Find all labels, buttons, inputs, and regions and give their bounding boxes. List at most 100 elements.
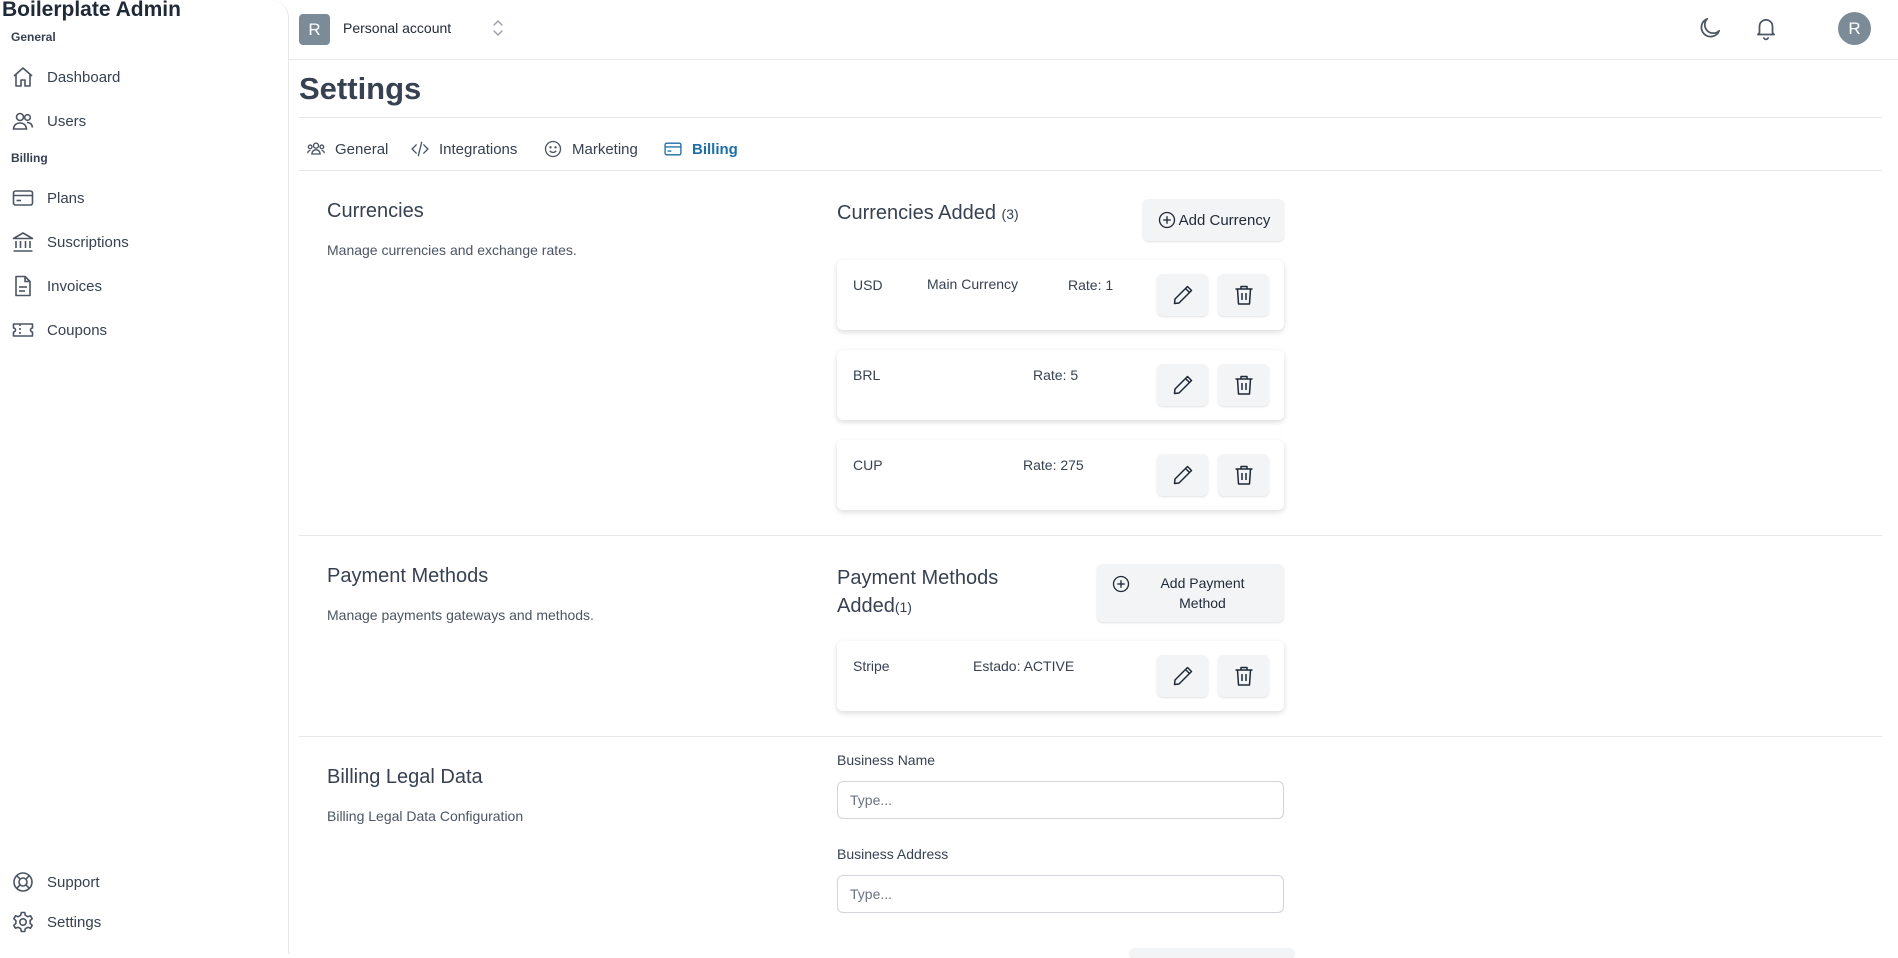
edit-currency-button[interactable]	[1157, 274, 1208, 316]
sidebar-item-label: Suscriptions	[47, 233, 129, 251]
pencil-icon	[1171, 283, 1195, 307]
section-divider	[299, 535, 1882, 536]
billing-legal-description: Billing Legal Data Configuration	[327, 808, 524, 824]
payment-methods-added-line1: Payment Methods	[837, 567, 999, 589]
payment-methods-description: Manage payments gateways and methods.	[327, 607, 594, 623]
bell-icon[interactable]	[1753, 15, 1779, 41]
user-avatar[interactable]: R	[1838, 12, 1871, 45]
tab-general[interactable]: General	[306, 134, 388, 164]
payment-method-status: Estado: ACTIVE	[973, 658, 1075, 674]
business-name-input[interactable]	[837, 781, 1284, 819]
pencil-icon	[1171, 664, 1195, 688]
currency-code: USD	[853, 277, 883, 293]
sidebar-item-label: Users	[47, 112, 87, 130]
sidebar-item-invoices[interactable]: Invoices	[11, 271, 271, 301]
currency-rate: Rate: 1	[1068, 277, 1114, 293]
settings-tabs: General Integrations Marketing Billing	[299, 130, 1882, 171]
sidebar-item-suscriptions[interactable]: Suscriptions	[11, 227, 271, 257]
currencies-added-title: Currencies Added (3)	[837, 199, 1019, 228]
sidebar-section-general: General	[11, 30, 56, 44]
tab-label: Integrations	[439, 140, 518, 158]
currencies-description: Manage currencies and exchange rates.	[327, 242, 577, 258]
currency-rate: Rate: 5	[1033, 367, 1079, 383]
trash-icon	[1232, 373, 1256, 397]
gear-icon	[11, 910, 35, 934]
chevron-up-down-icon[interactable]	[489, 16, 507, 40]
business-address-input[interactable]	[837, 875, 1284, 913]
sidebar-item-label: Settings	[47, 913, 102, 931]
moon-icon[interactable]	[1697, 15, 1723, 41]
sidebar-section-billing: Billing	[11, 151, 48, 165]
currency-code: BRL	[853, 367, 881, 383]
sidebar-item-dashboard[interactable]: Dashboard	[11, 62, 271, 92]
add-payment-method-button[interactable]: Add Payment Method	[1097, 564, 1284, 622]
credit-card-icon	[11, 186, 35, 210]
payment-method-card: Stripe Estado: ACTIVE	[837, 641, 1284, 711]
ticket-icon	[11, 318, 35, 342]
bank-icon	[11, 230, 35, 254]
edit-currency-button[interactable]	[1157, 454, 1208, 496]
code-icon	[410, 139, 430, 159]
payment-methods-added-line2: Added	[837, 595, 895, 617]
trash-icon	[1232, 664, 1256, 688]
trash-icon	[1232, 463, 1256, 487]
sidebar-item-support[interactable]: Support	[11, 867, 271, 897]
tab-marketing[interactable]: Marketing	[543, 134, 638, 164]
sidebar-item-coupons[interactable]: Coupons	[11, 315, 271, 345]
currencies-added-label: Currencies Added	[837, 202, 996, 224]
top-header: R Personal account R	[289, 0, 1898, 60]
document-icon	[11, 274, 35, 298]
smiley-icon	[543, 139, 563, 159]
sidebar-item-label: Plans	[47, 189, 85, 207]
edit-payment-method-button[interactable]	[1157, 655, 1208, 697]
currency-card: BRL Rate: 5	[837, 350, 1284, 420]
sidebar-item-label: Coupons	[47, 321, 108, 339]
tab-label: Marketing	[572, 140, 638, 158]
delete-currency-button[interactable]	[1218, 454, 1269, 496]
sidebar-item-label: Dashboard	[47, 68, 121, 86]
add-payment-method-label-line2: Method	[1179, 595, 1226, 611]
page-title: Settings	[299, 71, 422, 106]
delete-currency-button[interactable]	[1218, 274, 1269, 316]
save-button[interactable]	[1130, 948, 1294, 958]
business-address-label: Business Address	[837, 846, 949, 862]
sidebar: Boilerplate Admin General Dashboard User…	[0, 0, 289, 954]
add-payment-method-label-line1: Add Payment	[1160, 575, 1245, 591]
payment-methods-added-title: Payment Methods Added(1)	[837, 564, 998, 621]
section-divider	[299, 736, 1882, 737]
app-title: Boilerplate Admin	[2, 0, 181, 21]
plus-circle-icon	[1157, 210, 1177, 230]
currency-card: USD Main Currency Rate: 1	[837, 260, 1284, 330]
divider	[299, 117, 1882, 118]
sidebar-item-settings[interactable]: Settings	[11, 907, 271, 937]
delete-currency-button[interactable]	[1218, 364, 1269, 406]
tab-billing[interactable]: Billing	[663, 134, 738, 164]
pencil-icon	[1171, 373, 1195, 397]
payment-methods-title: Payment Methods	[327, 565, 489, 587]
tab-integrations[interactable]: Integrations	[410, 134, 517, 164]
add-currency-button[interactable]: Add Currency	[1143, 199, 1284, 241]
add-currency-label: Add Currency	[1178, 211, 1271, 229]
payment-method-name: Stripe	[853, 658, 890, 674]
tab-label: General	[335, 140, 389, 158]
sidebar-item-users[interactable]: Users	[11, 106, 271, 136]
trash-icon	[1232, 283, 1256, 307]
currency-rate: Rate: 275	[1023, 457, 1084, 473]
sidebar-item-label: Invoices	[47, 277, 103, 295]
plus-circle-icon	[1111, 574, 1131, 594]
currency-code: CUP	[853, 457, 883, 473]
credit-card-icon	[663, 139, 683, 159]
pencil-icon	[1171, 463, 1195, 487]
currencies-title: Currencies	[327, 200, 424, 222]
currency-card: CUP Rate: 275	[837, 440, 1284, 510]
main-currency-tag: Main Currency	[927, 276, 1019, 292]
account-name[interactable]: Personal account	[343, 20, 451, 36]
billing-legal-title: Billing Legal Data	[327, 766, 483, 788]
delete-payment-method-button[interactable]	[1218, 655, 1269, 697]
edit-currency-button[interactable]	[1157, 364, 1208, 406]
account-avatar[interactable]: R	[299, 14, 330, 45]
business-name-label: Business Name	[837, 752, 936, 768]
sidebar-item-plans[interactable]: Plans	[11, 183, 271, 213]
payment-methods-count: (1)	[894, 599, 912, 615]
currencies-count: (3)	[1001, 206, 1019, 222]
